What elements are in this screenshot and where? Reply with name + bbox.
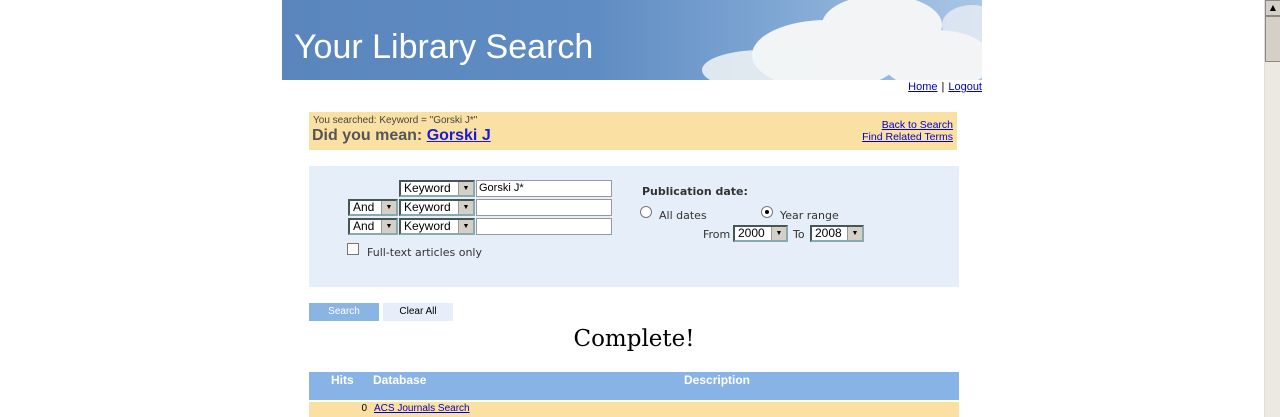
did-you-mean-bar: You searched: Keyword = "Gorski J*" Did … <box>309 112 957 150</box>
hits-count: 0 <box>361 403 367 414</box>
operator-select-3[interactable]: And ▼ <box>348 218 398 235</box>
chevron-down-icon: ▼ <box>458 182 473 195</box>
field-select-1[interactable]: Keyword ▼ <box>399 180 475 197</box>
search-term-input-3[interactable] <box>476 218 612 235</box>
operator-select-2-value: And <box>353 200 375 214</box>
find-related-terms-link[interactable]: Find Related Terms <box>862 131 953 143</box>
did-you-mean-label: Did you mean: <box>312 127 423 144</box>
all-dates-radio[interactable] <box>640 206 652 218</box>
all-dates-label: All dates <box>659 209 707 222</box>
fulltext-checkbox[interactable] <box>347 243 359 255</box>
field-select-3-value: Keyword <box>404 219 451 233</box>
publication-date-label: Publication date: <box>642 185 748 198</box>
column-header-hits: Hits <box>331 373 354 387</box>
vertical-scrollbar[interactable]: ▲ <box>1264 0 1280 417</box>
action-links: Back to Search Find Related Terms <box>862 119 953 143</box>
search-term-input-2[interactable] <box>476 199 612 216</box>
field-select-1-value: Keyword <box>404 181 451 195</box>
chevron-down-icon: ▼ <box>771 227 786 240</box>
search-term-input-1[interactable]: Gorski J* <box>476 180 612 197</box>
logout-link[interactable]: Logout <box>948 81 982 93</box>
results-table-header: Hits Database Description <box>309 372 959 400</box>
chevron-down-icon: ▼ <box>458 220 473 233</box>
field-select-3[interactable]: Keyword ▼ <box>399 218 475 235</box>
searched-query: You searched: Keyword = "Gorski J*" <box>313 115 478 126</box>
to-year-select[interactable]: 2008 ▼ <box>810 225 864 242</box>
search-button[interactable]: Search <box>309 303 379 321</box>
scroll-up-icon[interactable]: ▲ <box>1265 0 1280 16</box>
status-message: Complete! <box>573 326 695 352</box>
chevron-down-icon: ▼ <box>381 220 396 233</box>
field-select-2-value: Keyword <box>404 200 451 214</box>
year-range-label: Year range <box>780 209 839 222</box>
year-range-radio[interactable] <box>761 206 773 218</box>
operator-select-3-value: And <box>353 219 375 233</box>
top-links: Home | Logout <box>908 81 982 93</box>
search-panel: Keyword ▼ Gorski J* And ▼ Keyword ▼ And … <box>309 166 959 287</box>
header-banner: Your Library Search <box>282 0 982 80</box>
did-you-mean: Did you mean: Gorski J <box>312 127 491 145</box>
table-row: 0 ACS Journals Search <box>309 402 959 417</box>
page-title: Your Library Search <box>294 28 594 66</box>
clear-all-button[interactable]: Clear All <box>383 303 453 321</box>
database-link[interactable]: ACS Journals Search <box>374 403 470 414</box>
column-header-description: Description <box>684 373 751 387</box>
to-label: To <box>793 228 805 241</box>
operator-select-2[interactable]: And ▼ <box>348 199 398 216</box>
field-select-2[interactable]: Keyword ▼ <box>399 199 475 216</box>
fulltext-label: Full-text articles only <box>367 246 482 259</box>
from-label: From <box>703 228 731 241</box>
scrollbar-thumb[interactable] <box>1265 16 1280 62</box>
suggestion-link[interactable]: Gorski J <box>427 127 491 144</box>
link-separator: | <box>941 81 945 93</box>
back-to-search-link[interactable]: Back to Search <box>862 119 953 131</box>
home-link[interactable]: Home <box>908 81 937 93</box>
chevron-down-icon: ▼ <box>458 201 473 214</box>
column-header-database: Database <box>373 373 427 387</box>
chevron-down-icon: ▼ <box>847 227 862 240</box>
chevron-down-icon: ▼ <box>381 201 396 214</box>
from-year-value: 2000 <box>738 226 765 240</box>
to-year-value: 2008 <box>815 226 842 240</box>
from-year-select[interactable]: 2000 ▼ <box>733 225 788 242</box>
